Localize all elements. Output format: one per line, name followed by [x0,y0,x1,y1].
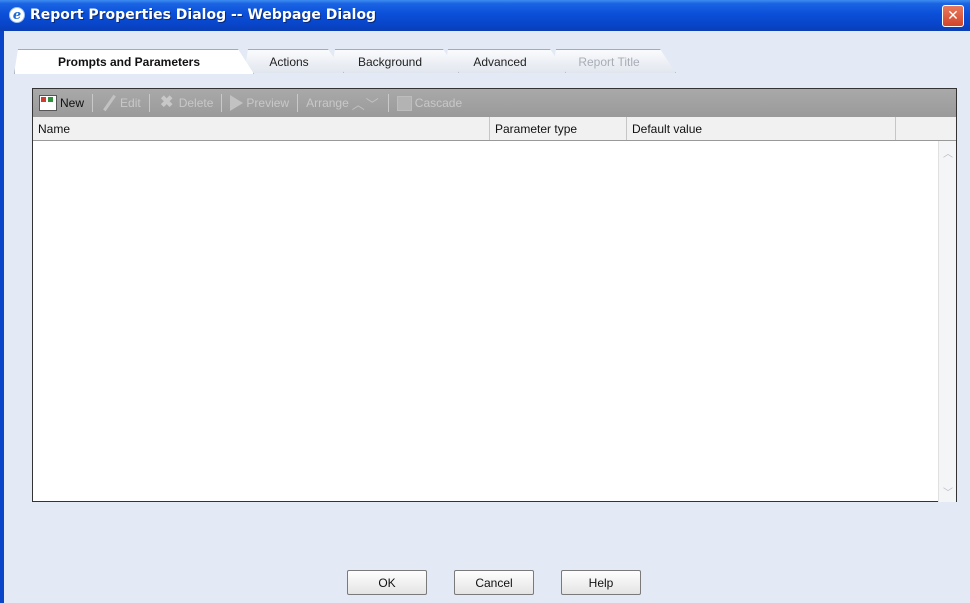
ie-icon: e [9,7,25,23]
play-icon [230,95,244,111]
vertical-scrollbar[interactable]: ︿ ﹀ [938,141,956,502]
new-button[interactable]: New [39,95,84,111]
title-bar[interactable]: e Report Properties Dialog -- Webpage Di… [0,0,970,31]
column-header-default-value[interactable]: Default value [627,117,896,140]
cancel-button[interactable]: Cancel [454,570,534,595]
column-header-label: Default value [632,121,703,136]
tab-label: Actions [269,54,309,69]
toolbar-separator [297,94,299,112]
toolbar-separator [387,94,389,112]
tab-actions[interactable]: Actions [244,49,344,73]
new-parameter-icon [39,95,57,111]
column-header-label: Name [38,121,71,136]
cascade-icon [396,95,412,111]
column-header-name[interactable]: Name [33,117,490,140]
toolbar-separator [92,94,94,112]
parameters-grid: New Edit ✖ Delete Preview Arrange ︿﹀ Cas… [32,88,957,502]
up-down-arrows-icon: ︿﹀ [351,96,380,112]
grid-header: Name Parameter type Default value [33,117,956,141]
toolbar-separator [148,94,150,112]
tab-label: Prompts and Parameters [57,55,201,69]
window-frame-left [0,31,4,603]
grid-toolbar: New Edit ✖ Delete Preview Arrange ︿﹀ Cas… [33,89,956,117]
scroll-up-arrow-icon[interactable]: ︿ [940,144,956,160]
tab-label: Advanced [473,54,527,69]
toolbar-separator [221,94,223,112]
edit-button[interactable]: Edit [101,95,141,111]
cascade-button[interactable]: Cascade [396,95,463,111]
tab-label: Background [357,54,423,69]
close-button[interactable]: ✕ [942,5,964,27]
tab-prompts-and-parameters[interactable]: Prompts and Parameters [14,49,254,74]
delete-x-icon: ✖ [160,94,174,111]
preview-button-label: Preview [246,96,290,110]
edit-button-label: Edit [120,96,141,110]
new-button-label: New [60,96,85,110]
column-header-parameter-type[interactable]: Parameter type [490,117,627,140]
arrange-button-label: Arrange [306,96,349,110]
tab-strip: Report Title Advanced Background Actions… [14,49,674,73]
delete-button[interactable]: ✖ Delete [158,94,214,111]
help-button[interactable]: Help [561,570,641,595]
tab-label: Report Title [578,54,640,69]
arrange-button[interactable]: Arrange ︿﹀ [306,94,380,113]
close-icon: ✕ [947,8,959,24]
scroll-down-arrow-icon[interactable]: ﹀ [940,483,956,499]
preview-button[interactable]: Preview [230,95,289,111]
pencil-icon [101,95,117,111]
tab-background[interactable]: Background [331,49,459,73]
ok-button[interactable]: OK [347,570,427,595]
cascade-button-label: Cascade [414,96,463,110]
tab-report-title: Report Title [552,49,676,73]
column-header-label: Parameter type [495,121,578,136]
window-title: Report Properties Dialog -- Webpage Dial… [30,7,377,23]
tab-advanced[interactable]: Advanced [444,49,566,73]
delete-button-label: Delete [178,96,214,110]
